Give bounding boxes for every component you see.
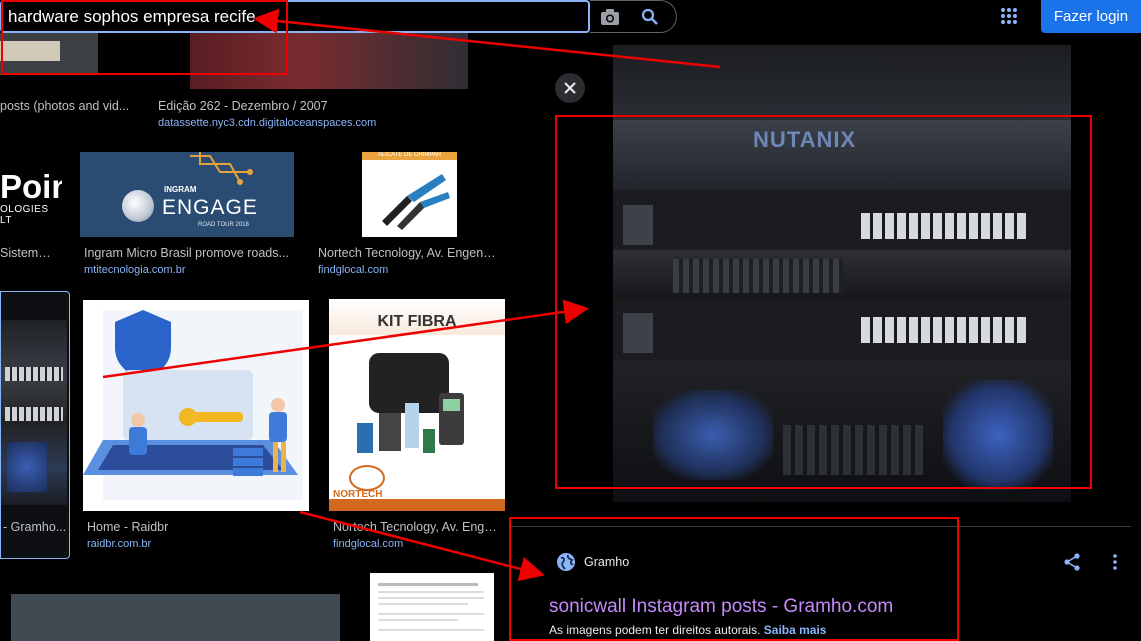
result-card-selected[interactable]: - Gramho... <box>0 291 70 559</box>
result-title[interactable]: Nortech Tecnology, Av. Engenh... <box>318 246 498 260</box>
thumbnail-brand: INGRAM <box>164 185 197 194</box>
thumbnail-logo-subtext: OLOGIES LT <box>0 204 49 226</box>
learn-more-link[interactable]: Saiba mais <box>764 623 827 637</box>
copyright-text: As imagens podem ter direitos autorais. <box>549 623 761 637</box>
result-title[interactable]: Edição 262 - Dezembro / 2007 <box>158 99 458 113</box>
close-icon[interactable] <box>555 73 585 103</box>
result-thumbnail[interactable] <box>11 594 340 641</box>
result-domain: raidbr.com.br <box>87 538 152 550</box>
result-domain: findglocal.com <box>318 264 389 276</box>
result-title[interactable]: Sistema ... <box>0 246 56 260</box>
result-title[interactable]: Home - Raidbr <box>87 520 307 534</box>
result-thumbnail[interactable]: Poin OLOGIES LT <box>0 152 62 237</box>
search-input[interactable] <box>8 6 568 28</box>
search-box[interactable] <box>0 0 590 33</box>
source-name[interactable]: Gramho <box>584 555 629 569</box>
result-thumbnail[interactable] <box>370 573 494 641</box>
result-domain: findglocal.com <box>333 538 404 550</box>
result-title[interactable]: Nortech Tecnology, Av. Enge... <box>333 520 501 534</box>
thumbnail-banner-text: ALICATE DE CRIMPAR <box>362 152 457 160</box>
globe-graphic <box>122 190 154 222</box>
result-title[interactable]: - Gramho... <box>3 520 67 534</box>
image-preview-panel: NUTANIX Gramho sonicwall Instagram posts… <box>510 40 1141 641</box>
apps-grid-icon[interactable] <box>996 3 1022 29</box>
result-thumbnail[interactable] <box>190 33 468 89</box>
divider <box>510 526 1131 527</box>
result-thumbnail[interactable]: ALICATE DE CRIMPAR <box>362 152 457 237</box>
result-title[interactable]: Ingram Micro Brasil promove roads... <box>84 246 289 260</box>
preview-image-brand: NUTANIX <box>753 127 857 152</box>
search-icon[interactable] <box>638 6 662 28</box>
share-icon[interactable] <box>1061 551 1083 573</box>
copyright-notice: As imagens podem ter direitos autorais. … <box>549 623 826 637</box>
thumbnail-brand-subtitle: ROAD TOUR 2018 <box>198 222 249 228</box>
globe-icon <box>556 552 576 572</box>
thumbnail-brand-title: ENGAGE <box>162 196 258 219</box>
thumbnail-title: KIT FIBRA <box>377 313 457 330</box>
more-options-icon[interactable] <box>1106 551 1124 573</box>
result-thumbnail[interactable] <box>0 33 98 75</box>
result-thumbnail[interactable]: INGRAM ENGAGE ROAD TOUR 2018 <box>80 152 294 237</box>
result-thumbnail[interactable]: KIT FIBRA NORTECH <box>329 299 505 511</box>
preview-title-link[interactable]: sonicwall Instagram posts - Gramho.com <box>549 596 893 618</box>
result-title[interactable]: posts (photos and vid... <box>0 99 132 113</box>
result-domain: datassette.nyc3.cdn.digitaloceanspaces.c… <box>158 117 377 129</box>
search-actions <box>590 0 677 33</box>
thumbnail-logo-text: Poin <box>0 168 62 205</box>
result-thumbnail[interactable] <box>83 300 309 511</box>
preview-image[interactable]: NUTANIX <box>613 45 1071 502</box>
result-domain: mtitecnologia.com.br <box>84 264 186 276</box>
login-button[interactable]: Fazer login <box>1041 0 1141 33</box>
camera-icon[interactable] <box>598 6 622 28</box>
